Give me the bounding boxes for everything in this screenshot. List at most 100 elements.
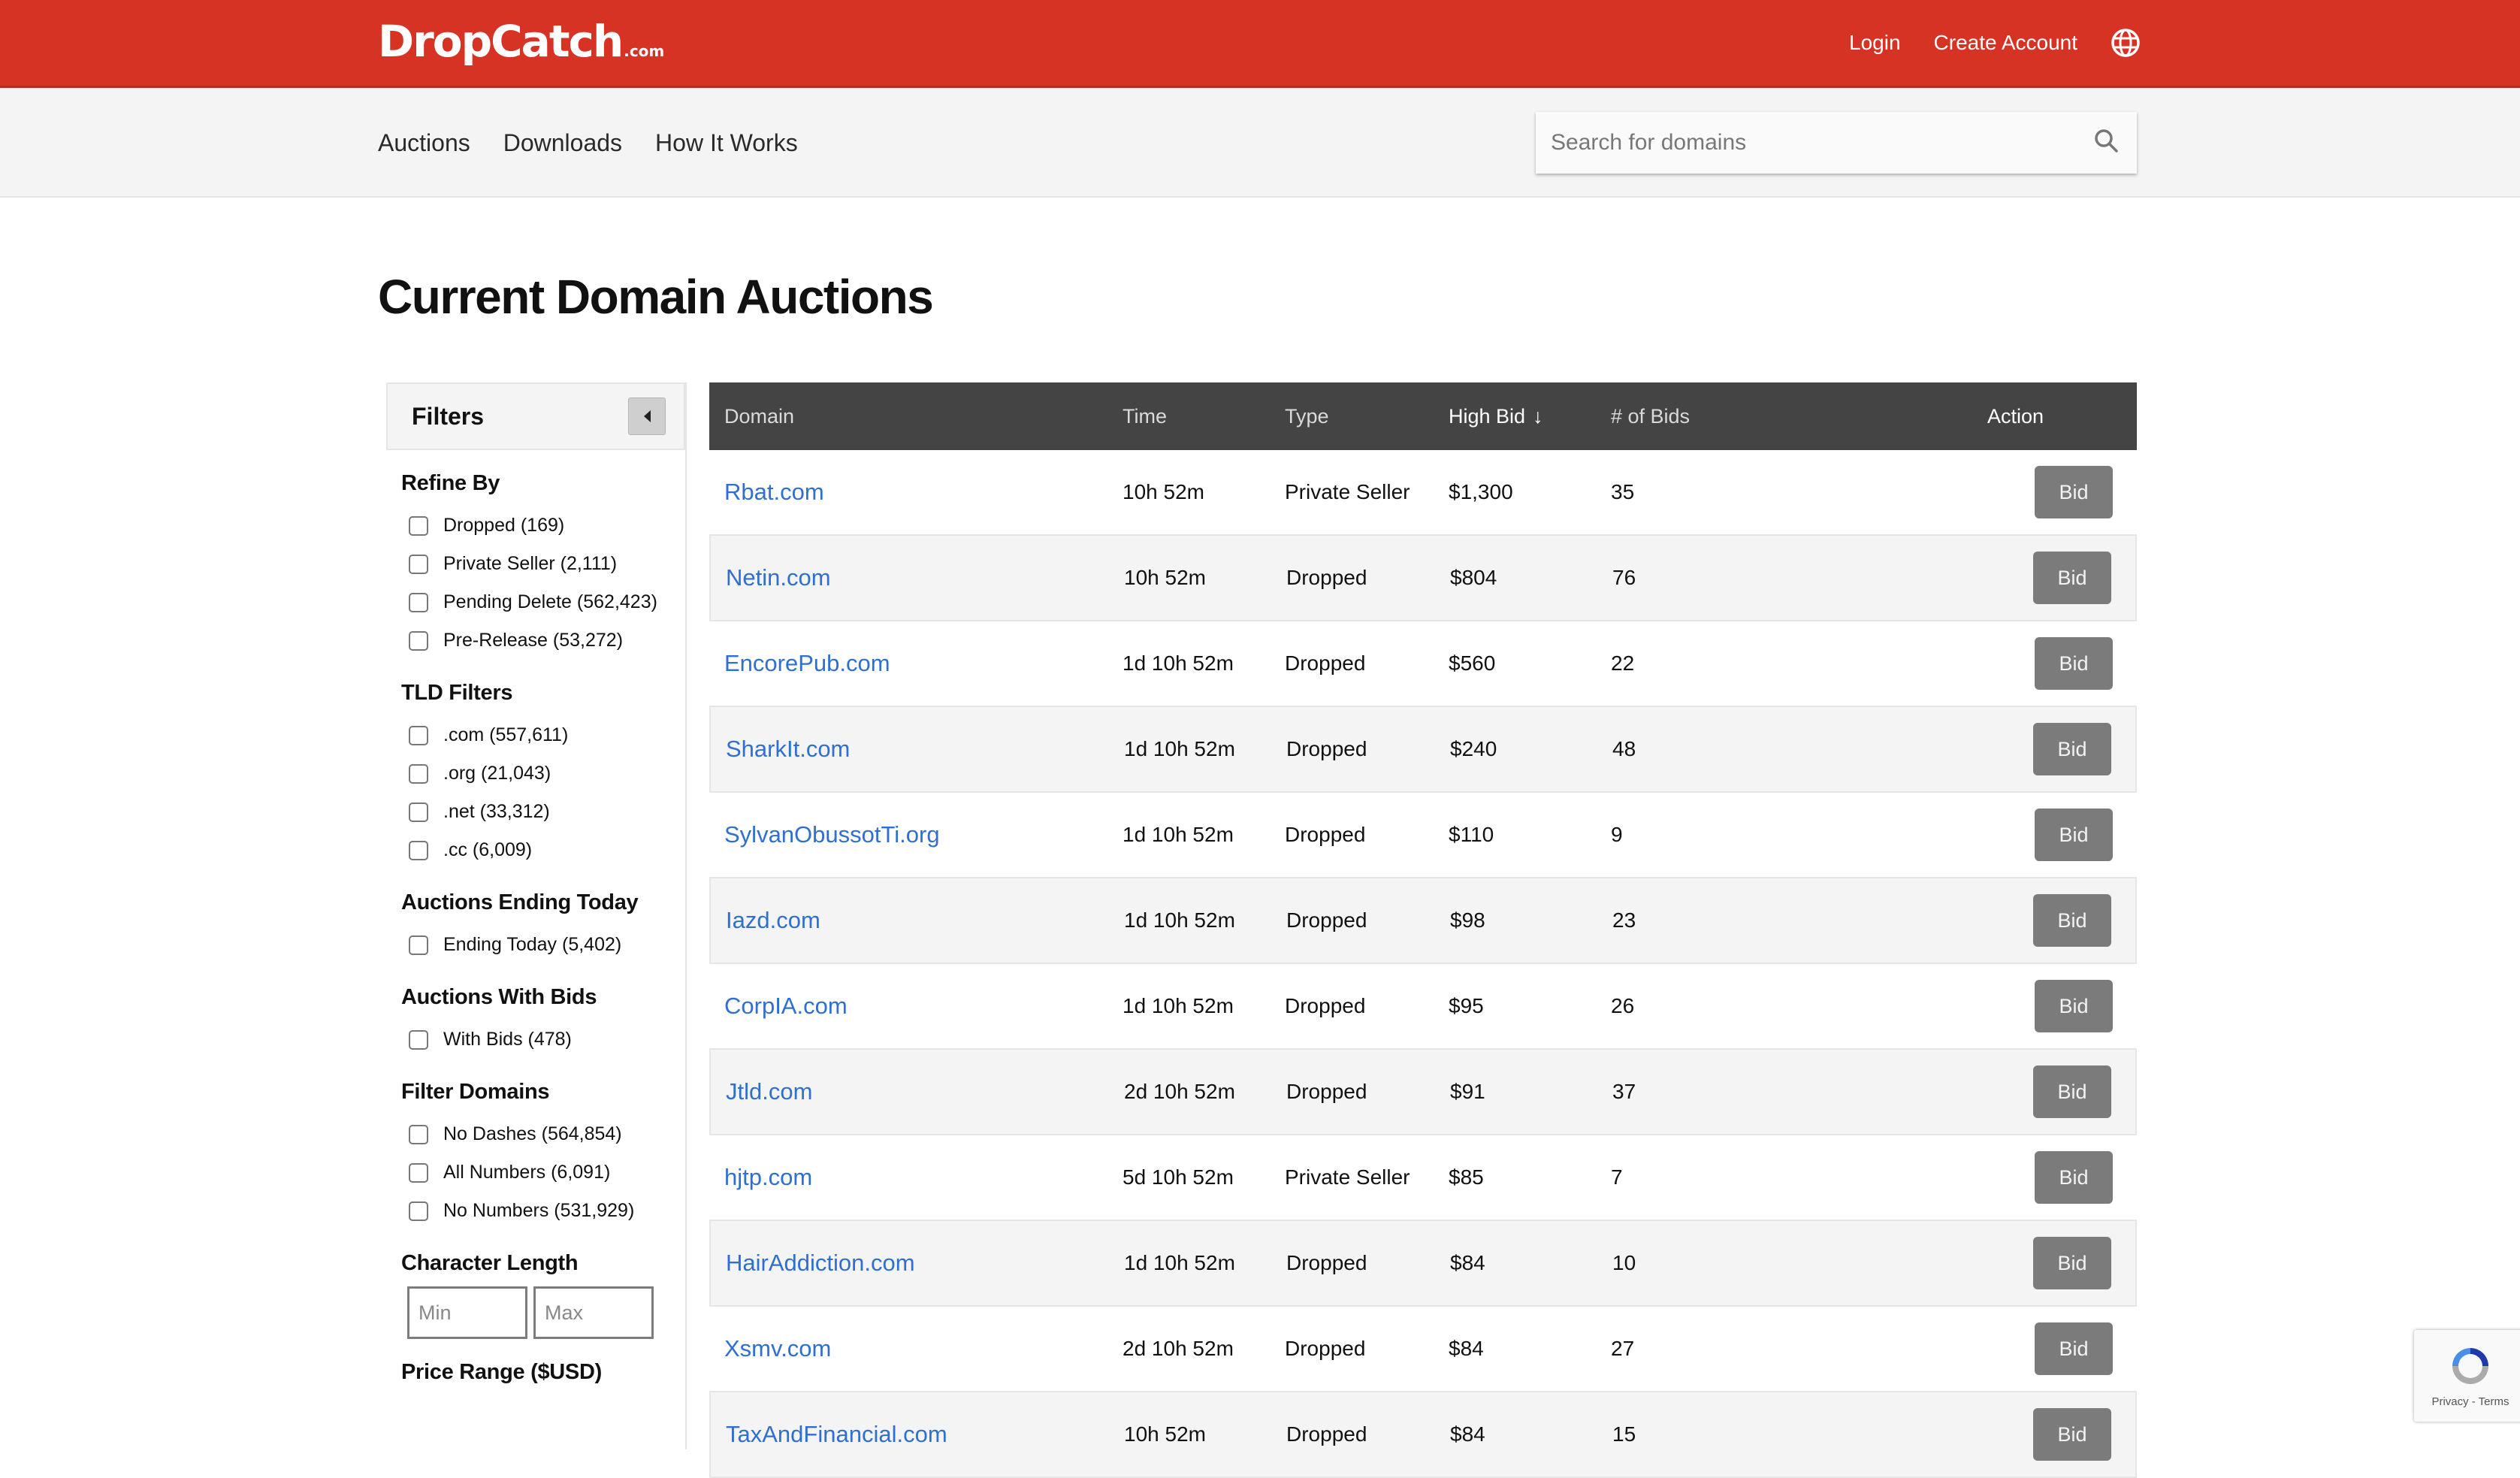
type-cell: Dropped <box>1286 566 1367 589</box>
action-cell: Bid <box>1838 1237 2135 1289</box>
checkbox[interactable] <box>409 840 428 860</box>
checkbox[interactable] <box>409 1201 428 1221</box>
section-heading: Character Length <box>401 1251 579 1275</box>
nav-how-it-works[interactable]: How It Works <box>655 129 798 157</box>
high-bid-cell: $110 <box>1449 823 1494 846</box>
bid-button[interactable]: Bid <box>2033 1408 2111 1461</box>
time-cell: 1d 10h 52m <box>1124 737 1235 760</box>
recaptcha-badge[interactable]: Privacy - Terms <box>2414 1330 2520 1422</box>
domain-link[interactable]: Jtld.com <box>726 1078 812 1105</box>
domain-link[interactable]: EncorePub.com <box>724 650 890 676</box>
search-input[interactable] <box>1536 112 2077 174</box>
bid-button[interactable]: Bid <box>2035 1151 2113 1204</box>
bid-button[interactable]: Bid <box>2035 637 2113 690</box>
col-time[interactable]: Time <box>1123 405 1285 428</box>
table-row: SharkIt.com 1d 10h 52m Dropped $240 48 Bid <box>709 707 2137 793</box>
filter-tld-com[interactable]: .com (557,611) <box>401 716 685 754</box>
filter-section-refine-by: Refine By Dropped (169) Private Seller (… <box>386 471 685 660</box>
filter-section-character-length: Character Length <box>386 1251 685 1339</box>
checkbox[interactable] <box>409 554 428 574</box>
domain-link[interactable]: CorpIA.com <box>724 993 848 1019</box>
bid-button[interactable]: Bid <box>2035 466 2113 518</box>
col-num-bids[interactable]: # of Bids <box>1611 405 1836 428</box>
filter-tld-org[interactable]: .org (21,043) <box>401 754 685 793</box>
bid-button[interactable]: Bid <box>2033 1065 2111 1118</box>
filter-pending-delete[interactable]: Pending Delete (562,423) <box>401 583 685 621</box>
bids-count-cell: 7 <box>1611 1165 1623 1189</box>
recaptcha-privacy-terms[interactable]: Privacy - Terms <box>2431 1395 2509 1408</box>
bid-button[interactable]: Bid <box>2033 552 2111 604</box>
globe-icon[interactable] <box>2111 28 2141 58</box>
filter-tld-net[interactable]: .net (33,312) <box>401 793 685 831</box>
high-bid-cell: $240 <box>1450 737 1497 760</box>
filter-no-dashes[interactable]: No Dashes (564,854) <box>401 1115 685 1153</box>
filter-section-with-bids: Auctions With Bids With Bids (478) <box>386 985 685 1059</box>
option-label: All Numbers (6,091) <box>443 1162 611 1183</box>
col-domain[interactable]: Domain <box>709 405 1123 428</box>
domain-search <box>1536 112 2137 174</box>
create-account-link[interactable]: Create Account <box>1934 31 2077 55</box>
bid-button[interactable]: Bid <box>2035 809 2113 861</box>
action-cell: Bid <box>1838 552 2135 604</box>
bid-button[interactable]: Bid <box>2035 1322 2113 1375</box>
login-link[interactable]: Login <box>1849 31 1901 55</box>
option-label: Pre-Release (53,272) <box>443 630 624 651</box>
checkbox[interactable] <box>409 802 428 822</box>
checkbox[interactable] <box>409 725 428 745</box>
nav-downloads[interactable]: Downloads <box>503 129 622 157</box>
domain-link[interactable]: hjtp.com <box>724 1164 812 1190</box>
filters-panel: Filters Refine By Dropped (169) Private … <box>386 382 687 1449</box>
table-row: TaxAndFinancial.com 10h 52m Dropped $84 15 Bi… <box>709 1392 2137 1478</box>
domain-link[interactable]: Rbat.com <box>724 479 824 505</box>
nav-auctions[interactable]: Auctions <box>378 129 470 157</box>
domain-link[interactable]: Iazd.com <box>726 907 820 933</box>
high-bid-cell: $804 <box>1450 566 1497 589</box>
domain-cell: Iazd.com <box>711 907 1124 934</box>
filter-no-numbers[interactable]: No Numbers (531,929) <box>401 1192 685 1230</box>
min-length-input[interactable] <box>407 1286 527 1339</box>
filter-pre-release[interactable]: Pre-Release (53,272) <box>401 621 685 660</box>
section-heading: Refine By <box>401 471 500 495</box>
domain-cell: Jtld.com <box>711 1078 1124 1105</box>
bid-button[interactable]: Bid <box>2033 1237 2111 1289</box>
col-type[interactable]: Type <box>1285 405 1449 428</box>
domain-link[interactable]: HairAddiction.com <box>726 1250 915 1276</box>
type-cell: Dropped <box>1286 908 1367 932</box>
checkbox[interactable] <box>409 1162 428 1183</box>
filter-tld-cc[interactable]: .cc (6,009) <box>401 831 685 869</box>
filter-all-numbers[interactable]: All Numbers (6,091) <box>401 1153 685 1192</box>
filter-ending-today[interactable]: Ending Today (5,402) <box>401 926 685 964</box>
domain-link[interactable]: Xsmv.com <box>724 1335 831 1362</box>
filter-with-bids[interactable]: With Bids (478) <box>401 1020 685 1059</box>
option-label: .net (33,312) <box>443 801 550 822</box>
domain-link[interactable]: SylvanObussotTi.org <box>724 821 940 848</box>
search-button[interactable] <box>2077 112 2137 174</box>
checkbox[interactable] <box>409 630 428 651</box>
checkbox[interactable] <box>409 1029 428 1050</box>
filter-section-ending-today: Auctions Ending Today Ending Today (5,40… <box>386 890 685 964</box>
action-cell: Bid <box>1838 1065 2135 1118</box>
col-high-bid[interactable]: High Bid ↓ <box>1449 405 1611 428</box>
checkbox[interactable] <box>409 935 428 955</box>
bid-button[interactable]: Bid <box>2035 980 2113 1032</box>
checkbox[interactable] <box>409 515 428 536</box>
collapse-filters-button[interactable] <box>628 397 666 435</box>
logo-tld: .com <box>624 42 665 60</box>
checkbox[interactable] <box>409 592 428 612</box>
bid-button[interactable]: Bid <box>2033 723 2111 775</box>
checkbox[interactable] <box>409 763 428 784</box>
bids-count-cell: 76 <box>1612 566 1636 589</box>
domain-link[interactable]: SharkIt.com <box>726 736 850 762</box>
bid-button[interactable]: Bid <box>2033 894 2111 947</box>
col-action: Action <box>1987 404 2044 428</box>
domain-link[interactable]: Netin.com <box>726 564 831 591</box>
dropcatch-logo[interactable]: DropCatch .com <box>378 15 664 68</box>
filter-dropped[interactable]: Dropped (169) <box>401 506 685 545</box>
filter-private-seller[interactable]: Private Seller (2,111) <box>401 545 685 583</box>
time-cell: 1d 10h 52m <box>1124 908 1235 932</box>
max-length-input[interactable] <box>533 1286 654 1339</box>
time-cell: 1d 10h 52m <box>1124 1251 1235 1274</box>
domain-link[interactable]: TaxAndFinancial.com <box>726 1421 947 1447</box>
checkbox[interactable] <box>409 1124 428 1144</box>
action-cell: Bid <box>1838 723 2135 775</box>
